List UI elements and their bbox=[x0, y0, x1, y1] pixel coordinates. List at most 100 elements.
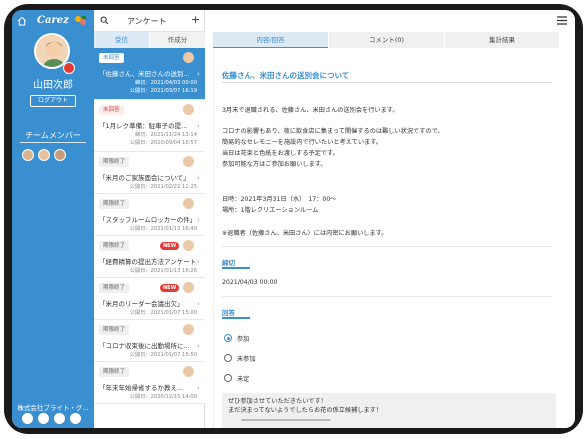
tab-received[interactable]: 受信 bbox=[94, 32, 149, 48]
status-badge: 期限終了 bbox=[99, 157, 130, 167]
list-item[interactable]: 期限終了 「スタッフルームロッカーの件」 公開日：2021/01/13 16:4… bbox=[94, 194, 205, 236]
survey-list[interactable]: 未回答 「佐藤さん、米田さんの送別... 締切：2021/04/03 00:00… bbox=[94, 48, 205, 428]
author-avatar bbox=[183, 282, 194, 293]
list-item-published: 公開日：2020/12/15 14:00 bbox=[129, 394, 197, 400]
search-icon[interactable] bbox=[100, 16, 109, 25]
team-member-avatar[interactable] bbox=[38, 149, 50, 161]
author-avatar bbox=[183, 52, 194, 63]
survey-body-line: コロナの影響もあり、夜に飲食店に集まって開催するのは難しい状況ですので、 bbox=[222, 128, 444, 135]
list-item[interactable]: 期限終了 「米月のご家族面会について」 公開日：2021/02/22 11:25… bbox=[94, 152, 205, 194]
tablet-device: Carez 山田次郎 ログアウト チームメンバー 株式会社ブライト・グ... ア… bbox=[0, 0, 587, 439]
list-title: アンケート bbox=[127, 17, 167, 26]
tab-results[interactable]: 集計結果 bbox=[445, 32, 559, 48]
section-divider bbox=[222, 296, 552, 297]
answer-label: 回答 bbox=[222, 309, 235, 317]
brand-logo-text: Carez bbox=[37, 15, 69, 26]
home-icon[interactable] bbox=[17, 16, 27, 26]
deadline-value: 2021/04/03 00:00 bbox=[222, 279, 278, 286]
chevron-right-icon: › bbox=[197, 174, 200, 182]
comment-line: ぜひ参加させていただきたいです！ bbox=[228, 398, 327, 405]
radio-undecided-label[interactable]: 未定 bbox=[237, 374, 249, 383]
list-item-published: 公開日：2020/09/04 16:57 bbox=[129, 140, 197, 146]
list-item-published: 公開日：2021/01/13 16:26 bbox=[129, 268, 197, 274]
share-icon[interactable] bbox=[70, 413, 81, 424]
survey-detail-panel: 内容/回答 コメント(0) 集計結果 佐藤さん、米田さんの送別会について 3月末… bbox=[205, 10, 575, 428]
new-badge: NEW bbox=[160, 284, 180, 292]
survey-body-line: 簡易的なセレモニーを施設内で行いたいと考えています。 bbox=[222, 139, 382, 146]
tab-created[interactable]: 作成分 bbox=[150, 32, 205, 48]
author-avatar bbox=[183, 198, 194, 209]
team-member-avatar[interactable] bbox=[54, 149, 66, 161]
author-avatar bbox=[183, 156, 194, 167]
status-badge: 期限終了 bbox=[99, 241, 130, 251]
survey-content: 佐藤さん、米田さんの送別会について 3月末で退職される、佐藤さん、米田さんの送別… bbox=[213, 48, 559, 428]
help-icon[interactable] bbox=[38, 413, 49, 424]
notification-badge-icon[interactable] bbox=[63, 62, 75, 74]
radio-attend-label[interactable]: 参加 bbox=[237, 334, 249, 343]
team-members-title: チームメンバー bbox=[25, 131, 81, 140]
radio-not-attend-label[interactable]: 未参加 bbox=[237, 354, 256, 363]
survey-body-line: 場所：1階レクリエーションルーム bbox=[222, 207, 319, 214]
author-avatar bbox=[183, 104, 194, 115]
chevron-right-icon: › bbox=[197, 342, 200, 350]
list-item[interactable]: 期限終了 NEW 「米月のリーダー会議出欠」 公開日：2021/01/07 15… bbox=[94, 278, 205, 320]
survey-body-line: 日時：2021年3月31日（水） 17：00～ bbox=[222, 196, 337, 203]
survey-title: 佐藤さん、米田さんの送別会について bbox=[222, 71, 350, 80]
answer-underline bbox=[222, 317, 250, 319]
team-member-avatar[interactable] bbox=[22, 149, 34, 161]
list-item[interactable]: 未回答 「1月レク準備：駐車子の提... 締切：2021/11/24 13:14… bbox=[94, 100, 205, 152]
list-item-title: 「経費精算の提出方法アンケート」 bbox=[99, 258, 197, 266]
scroll-indicator bbox=[241, 419, 331, 421]
company-name: 株式会社ブライト・グ... bbox=[17, 404, 89, 412]
user-name: 山田次郎 bbox=[33, 80, 73, 91]
logout-button[interactable]: ログアウト bbox=[30, 95, 76, 107]
survey-body-line: 当日は花束と色紙をお渡しする予定です。 bbox=[222, 150, 339, 157]
list-item[interactable]: 未回答 「佐藤さん、米田さんの送別... 締切：2021/04/03 00:00… bbox=[94, 48, 205, 100]
list-item-title: 「米月のご家族面会について」 bbox=[99, 174, 190, 182]
status-badge: 未回答 bbox=[99, 105, 124, 115]
new-badge: NEW bbox=[160, 242, 180, 250]
radio-undecided[interactable] bbox=[224, 374, 232, 382]
radio-not-attend[interactable] bbox=[224, 354, 232, 362]
menu-icon[interactable] bbox=[557, 16, 567, 25]
comment-line: まだ決まってないようでしたらお花の係立候補します！ bbox=[228, 407, 383, 414]
deadline-underline bbox=[222, 267, 250, 269]
list-item-published: 公開日：2021/03/07 16:19 bbox=[129, 88, 197, 94]
list-item[interactable]: 期限終了 「コロナ収束後に出勤場所に... 公開日：2021/01/07 15:… bbox=[94, 320, 205, 362]
radio-attend[interactable] bbox=[224, 334, 232, 342]
settings-icon[interactable] bbox=[22, 413, 33, 424]
author-avatar bbox=[183, 240, 194, 251]
list-item-deadline: 締切：2021/04/03 00:00 bbox=[134, 80, 197, 86]
detail-tabs: 内容/回答 コメント(0) 集計結果 bbox=[213, 32, 559, 48]
list-item-title: 「年末年始帰省するか教え... bbox=[99, 384, 184, 392]
status-badge: 期限終了 bbox=[99, 367, 130, 377]
comment-textarea[interactable]: ぜひ参加させていただきたいです！ まだ決まってないようでしたらお花の係立候補しま… bbox=[222, 393, 556, 428]
tab-comments[interactable]: コメント(0) bbox=[329, 32, 444, 48]
author-avatar bbox=[183, 324, 194, 335]
info-icon[interactable] bbox=[54, 413, 65, 424]
list-item-title: 「米月のリーダー会議出欠」 bbox=[99, 300, 184, 308]
status-badge: 期限終了 bbox=[99, 283, 130, 293]
chevron-right-icon: › bbox=[197, 384, 200, 392]
status-badge: 期限終了 bbox=[99, 325, 130, 335]
author-avatar bbox=[183, 366, 194, 377]
sidebar-bottom-toolbar bbox=[12, 413, 94, 427]
list-item-published: 公開日：2021/02/22 11:25 bbox=[129, 184, 197, 190]
survey-body-line: 3月末で退職される、佐藤さん、米田さんの送別会を行います。 bbox=[222, 107, 399, 114]
deadline-label: 締切 bbox=[222, 259, 235, 267]
chevron-right-icon: › bbox=[197, 122, 200, 130]
list-item-published: 公開日：2021/01/13 16:40 bbox=[129, 226, 197, 232]
survey-list-panel: アンケート + 受信 作成分 未回答 「佐藤さん、米田さんの送別... 締切：2… bbox=[94, 10, 205, 428]
list-tabs: 受信 作成分 bbox=[94, 32, 205, 48]
list-header: アンケート + bbox=[94, 10, 205, 32]
sidebar: Carez 山田次郎 ログアウト チームメンバー 株式会社ブライト・グ... bbox=[12, 10, 94, 428]
chevron-right-icon: › bbox=[197, 300, 200, 308]
title-divider bbox=[222, 82, 552, 83]
list-item[interactable]: 期限終了 NEW 「経費精算の提出方法アンケート」 公開日：2021/01/13… bbox=[94, 236, 205, 278]
status-badge: 期限終了 bbox=[99, 199, 130, 209]
list-item[interactable]: 期限終了 「年末年始帰省するか教え... 公開日：2020/12/15 14:0… bbox=[94, 362, 205, 404]
survey-body-line: 参加可能な方はご参加お願いします。 bbox=[222, 161, 327, 168]
chevron-right-icon: › bbox=[197, 70, 200, 78]
tab-content-answer[interactable]: 内容/回答 bbox=[213, 32, 328, 48]
add-survey-plus-icon[interactable]: + bbox=[191, 13, 200, 26]
